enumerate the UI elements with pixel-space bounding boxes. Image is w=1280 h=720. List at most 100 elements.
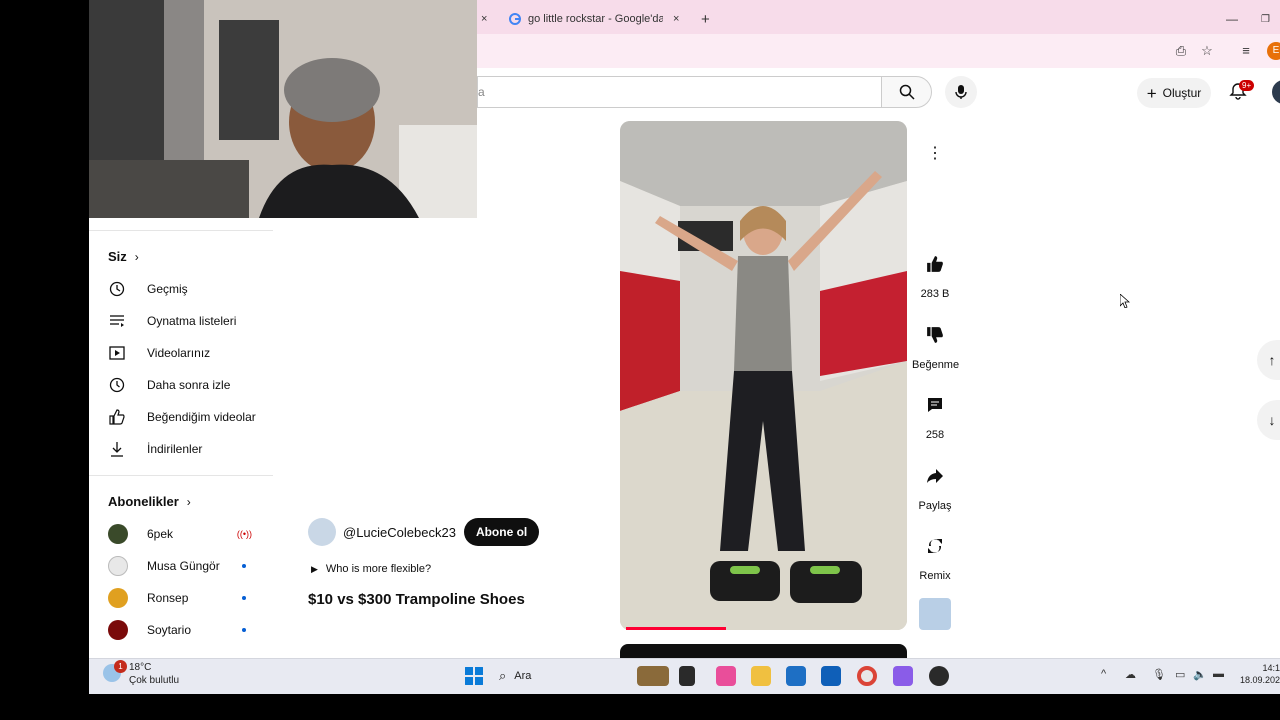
next-short-preview[interactable]	[620, 644, 907, 658]
outlook-icon[interactable]	[821, 666, 841, 686]
create-label: Oluştur	[1162, 86, 1202, 100]
your-videos-icon	[108, 344, 126, 362]
tray-battery-icon[interactable]: ▬	[1213, 668, 1224, 680]
history-icon	[108, 280, 126, 298]
sidebar-item-watch-later[interactable]: Daha sonra izle	[108, 369, 268, 401]
video-frame	[620, 121, 907, 630]
channel-avatar[interactable]	[308, 518, 336, 546]
share-label: Paylaş	[918, 500, 952, 512]
subscription-musa-gungor[interactable]: Musa Güngör	[108, 550, 268, 582]
tab-close-button-2[interactable]: ×	[673, 4, 679, 34]
app-icon[interactable]	[893, 666, 913, 686]
account-avatar[interactable]	[1272, 80, 1280, 104]
tray-network-icon[interactable]: ▭	[1175, 668, 1185, 681]
sidebar-item-label: Beğendiğim videolar	[147, 410, 256, 424]
channel-row: @LucieColebeck23 Abone ol	[308, 518, 540, 546]
arrow-down-icon: ↓	[1268, 412, 1276, 428]
taskbar-search[interactable]: ⌕ Ara	[499, 665, 619, 687]
minimize-button[interactable]: —	[1226, 4, 1238, 34]
tray-chevron-icon[interactable]: ^	[1101, 668, 1106, 680]
copilot-icon[interactable]	[716, 666, 736, 686]
sidebar-item-history[interactable]: Geçmiş	[108, 273, 268, 305]
tray-app-icon[interactable]: ☁	[1125, 668, 1136, 681]
create-button[interactable]: + Oluştur	[1137, 78, 1211, 108]
sidebar-item-your-videos[interactable]: Videolarınız	[108, 337, 268, 369]
google-icon	[509, 13, 521, 25]
tab-close-button[interactable]: ×	[481, 4, 487, 34]
search-input[interactable]: a	[477, 76, 881, 108]
tray-volume-icon[interactable]: 🔈	[1193, 668, 1207, 681]
new-content-dot	[242, 564, 246, 568]
play-triangle-icon: ▶	[311, 563, 318, 574]
download-icon	[108, 440, 126, 458]
video-progress-bar[interactable]	[626, 627, 726, 630]
media-control-icon[interactable]: ≡	[1237, 42, 1255, 60]
watch-later-icon	[108, 376, 126, 394]
weather-widget[interactable]: 18°C Çok bulutlu	[129, 661, 179, 687]
search-highlight-icon[interactable]	[637, 666, 669, 686]
search-text: a	[478, 85, 485, 99]
you-section-header[interactable]: Siz ›	[108, 249, 139, 264]
chrome-icon[interactable]	[857, 666, 877, 686]
chevron-right-icon: ›	[186, 494, 191, 509]
sidebar-item-playlists[interactable]: Oynatma listeleri	[108, 305, 268, 337]
sidebar-divider	[89, 230, 273, 231]
sidebar-divider	[89, 475, 273, 476]
subscription-ronsep[interactable]: Ronsep	[108, 582, 268, 614]
voice-search-button[interactable]	[945, 76, 977, 108]
profile-avatar-icon[interactable]: E	[1267, 42, 1280, 60]
bookmark-star-icon[interactable]: ☆	[1198, 42, 1216, 60]
install-app-icon[interactable]: ⎙	[1172, 42, 1190, 60]
remix-icon	[915, 526, 955, 566]
channel-avatar	[108, 524, 128, 544]
video-title: $10 vs $300 Trampoline Shoes	[308, 591, 525, 608]
channel-name[interactable]: @LucieColebeck23	[343, 525, 456, 540]
next-short-button[interactable]: ↓	[1257, 400, 1280, 440]
subscriptions-label: Abonelikler	[108, 494, 179, 509]
search-button[interactable]	[881, 76, 932, 108]
tab-label: go little rockstar - Google'da A	[528, 13, 663, 25]
share-icon	[915, 456, 955, 496]
task-view-icon[interactable]	[679, 666, 695, 686]
search-icon	[899, 84, 915, 100]
arrow-up-icon: ↑	[1268, 352, 1276, 368]
temperature: 18°C	[129, 662, 152, 673]
sound-thumbnail[interactable]	[912, 598, 958, 630]
tab-google-search[interactable]: go little rockstar - Google'da A	[509, 4, 669, 34]
previous-short-button[interactable]: ↑	[1257, 340, 1280, 380]
new-tab-button[interactable]: +	[701, 4, 710, 34]
like-count: 283 B	[920, 288, 950, 300]
remix-button[interactable]: Remix	[912, 526, 958, 582]
short-video-player[interactable]	[620, 121, 907, 630]
system-clock[interactable]: 14:1 18.09.202	[1239, 662, 1280, 686]
sidebar-item-label: Geçmiş	[147, 282, 188, 296]
subscription-label: Soytario	[147, 623, 192, 637]
like-button[interactable]: 283 B	[912, 244, 958, 300]
subscription-soytario[interactable]: Soytario	[108, 614, 268, 646]
share-button[interactable]: Paylaş	[912, 456, 958, 512]
sidebar-item-label: İndirilenler	[147, 442, 203, 456]
clock-date: 18.09.202	[1239, 675, 1280, 685]
restore-button[interactable]: ❐	[1261, 4, 1270, 34]
more-options-button[interactable]: ⋮	[917, 135, 953, 171]
sidebar-item-liked-videos[interactable]: Beğendiğim videolar	[108, 401, 268, 433]
subscription-label: Ronsep	[147, 591, 189, 605]
description-toggle[interactable]: ▶ Who is more flexible?	[311, 563, 431, 575]
tray-microphone-icon[interactable]: 🎙	[1152, 668, 1166, 681]
subscriptions-section-header[interactable]: Abonelikler ›	[108, 494, 191, 509]
obs-icon[interactable]	[929, 666, 949, 686]
sound-thumbnail-image	[919, 598, 951, 630]
new-content-dot	[242, 628, 246, 632]
dislike-button[interactable]: Beğenme	[912, 315, 960, 371]
weather-condition: Çok bulutlu	[129, 675, 180, 686]
dislike-label: Beğenme	[912, 359, 960, 371]
store-icon[interactable]	[786, 666, 806, 686]
sidebar-item-downloads[interactable]: İndirilenler	[108, 433, 268, 465]
file-explorer-icon[interactable]	[751, 666, 771, 686]
comments-button[interactable]: 258	[912, 385, 958, 441]
more-vert-icon: ⋮	[927, 145, 943, 162]
subscribe-button[interactable]: Abone ol	[463, 518, 540, 546]
windows-start-icon[interactable]	[464, 666, 484, 686]
subscription-6pek[interactable]: 6pek ((•))	[108, 518, 268, 550]
comment-count: 258	[925, 429, 945, 441]
